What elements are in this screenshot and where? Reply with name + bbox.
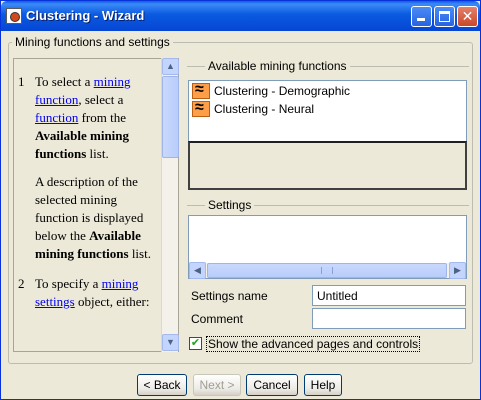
chevron-left-icon: ◀: [194, 265, 201, 275]
function-link[interactable]: function: [35, 110, 78, 125]
list-item[interactable]: Clustering - Demographic: [192, 81, 350, 100]
comment-field[interactable]: [312, 308, 466, 329]
next-button[interactable]: Next >: [193, 374, 241, 396]
chevron-up-icon: ▲: [166, 61, 175, 71]
scroll-up-button[interactable]: ▲: [162, 58, 179, 75]
app-icon: [6, 8, 22, 24]
wizard-window: Clustering - Wizard ✕ Mining functions a…: [0, 0, 481, 400]
list-item[interactable]: Clustering - Neural: [192, 99, 314, 118]
back-button[interactable]: < Back: [137, 374, 187, 396]
help-step-1: 1 To select a mining function, select a f…: [18, 74, 131, 161]
scroll-left-button[interactable]: ◀: [189, 262, 206, 279]
advanced-checkbox[interactable]: ✔: [189, 337, 202, 350]
step-number: 2: [18, 276, 25, 291]
maximize-icon: [439, 11, 450, 22]
scroll-right-button[interactable]: ▶: [449, 262, 466, 279]
help-panel: 1 To select a mining function, select a f…: [13, 58, 179, 352]
clustering-icon: [192, 99, 210, 117]
settings-name-label: Settings name: [191, 289, 268, 303]
close-icon: ✕: [461, 8, 474, 24]
settings-name-field[interactable]: [312, 285, 466, 306]
help-description-para: A description of the selected mining fun…: [35, 174, 151, 261]
scroll-down-button[interactable]: ▼: [162, 334, 179, 351]
settings-horizontal-scrollbar[interactable]: ◀ ▶: [189, 262, 466, 279]
title-bar[interactable]: Clustering - Wizard ✕: [1, 1, 480, 31]
scroll-thumb[interactable]: [162, 76, 179, 158]
comment-label: Comment: [191, 312, 244, 326]
help-text: 1 To select a mining function, select a f…: [18, 73, 160, 321]
help-step-2: 2 To specify a mining settings object, ei…: [18, 276, 150, 309]
step-number: 1: [18, 74, 25, 89]
minimize-icon: [417, 18, 425, 21]
settings-legend: Settings: [205, 198, 255, 212]
help-button[interactable]: Help: [304, 374, 342, 396]
function-description-area: [188, 141, 467, 190]
maximize-button[interactable]: [434, 6, 455, 27]
grip-icon: [321, 267, 333, 274]
minimize-button[interactable]: [411, 6, 432, 27]
window-title: Clustering - Wizard: [26, 8, 145, 23]
cancel-button[interactable]: Cancel: [246, 374, 298, 396]
close-button[interactable]: ✕: [457, 6, 478, 27]
advanced-label[interactable]: Show the advanced pages and controls: [206, 336, 421, 352]
group-legend: Mining functions and settings: [12, 35, 173, 49]
chevron-down-icon: ▼: [166, 337, 175, 347]
chevron-right-icon: ▶: [454, 265, 461, 275]
available-functions-list[interactable]: Clustering - Demographic Clustering - Ne…: [188, 80, 467, 142]
help-vertical-scrollbar[interactable]: ▲ ▼: [161, 58, 179, 352]
available-legend: Available mining functions: [205, 59, 350, 73]
scroll-thumb[interactable]: [207, 263, 447, 278]
clustering-icon: [192, 81, 210, 99]
